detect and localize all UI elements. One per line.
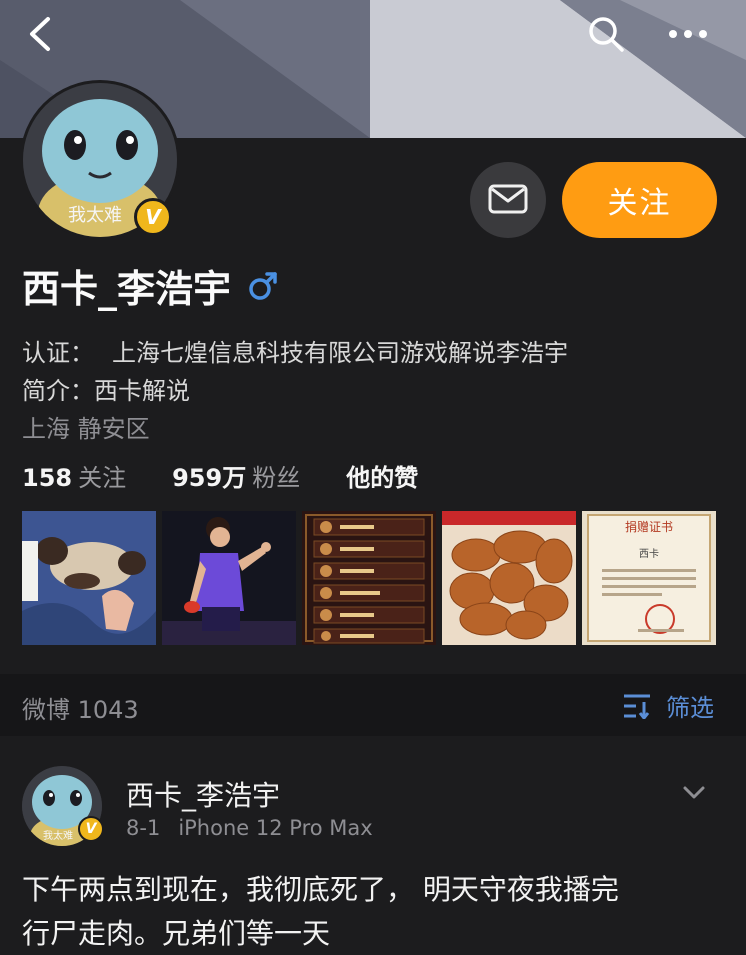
- back-button[interactable]: [18, 12, 62, 56]
- location-text: 上海 静安区: [22, 415, 150, 443]
- certificate-title: 捐赠证书: [625, 520, 673, 534]
- name-row: 西卡_李浩宇: [22, 258, 279, 313]
- search-button[interactable]: [582, 12, 630, 56]
- photo-thumbnail-fried-chicken[interactable]: [442, 511, 576, 645]
- chevron-left-icon: [30, 17, 50, 51]
- post-options-button[interactable]: [680, 778, 708, 806]
- bio-line: 简介：西卡解说: [22, 371, 190, 406]
- rankings-photo-image: [302, 511, 436, 645]
- certification-label: 认证：: [22, 339, 94, 367]
- post-date: 8-1: [126, 816, 161, 840]
- followers-stat[interactable]: 959万 粉丝: [172, 458, 300, 493]
- certification-text: 上海七煌信息科技有限公司游戏解说李浩宇: [112, 339, 568, 367]
- following-count: 158: [22, 464, 73, 492]
- post-text-line: 行尸走肉。兄弟们等一天: [22, 917, 331, 950]
- post-meta: 8-1 iPhone 12 Pro Max: [126, 816, 373, 840]
- photo-strip: 捐赠证书 西卡: [22, 511, 716, 645]
- chevron-down-icon: [683, 786, 705, 799]
- following-label: 关注: [78, 464, 127, 492]
- certificate-name: 西卡: [639, 547, 659, 560]
- fried-chicken-photo-image: [442, 511, 576, 645]
- profile-stats: 158 关注 959万 粉丝 他的赞: [22, 458, 418, 493]
- message-icon: [488, 184, 528, 214]
- following-stat[interactable]: 158 关注: [22, 458, 126, 493]
- weibo-post[interactable]: 我太难 V 西卡_李浩宇 8-1 iPhone 12 Pro Max 下午两点到现…: [0, 736, 746, 955]
- profile-name: 西卡_李浩宇: [22, 267, 232, 311]
- more-options-button[interactable]: [664, 12, 712, 56]
- post-text: 下午两点到现在，我彻底死了， 明天守夜我播完 行尸走肉。兄弟们等一天: [22, 868, 722, 955]
- likes-link[interactable]: 他的赞: [346, 458, 418, 493]
- filter-button[interactable]: 筛选: [622, 688, 714, 723]
- filter-icon: [624, 694, 650, 719]
- post-device: iPhone 12 Pro Max: [178, 816, 373, 840]
- photo-thumbnail-rankings[interactable]: [302, 511, 436, 645]
- table-tennis-photo-image: [162, 511, 296, 645]
- post-verified-badge: V: [78, 816, 104, 842]
- more-dots-icon: [669, 30, 707, 38]
- certificate-photo-image: 捐赠证书 西卡: [582, 511, 716, 645]
- post-text-line: 下午两点到现在，我彻底死了， 明天守夜我播完: [22, 873, 619, 906]
- certification-line: 认证： 上海七煌信息科技有限公司游戏解说李浩宇: [22, 333, 568, 368]
- bio-label: 简介：: [22, 377, 94, 405]
- male-gender-icon: [247, 270, 279, 302]
- top-navigation-bar: [0, 0, 746, 70]
- avatar-caption: 我太难: [43, 829, 73, 842]
- bio-text: 西卡解说: [94, 377, 190, 405]
- verified-mark: V: [85, 821, 97, 837]
- message-button[interactable]: [470, 162, 546, 238]
- photo-thumbnail-table-tennis[interactable]: [162, 511, 296, 645]
- photo-thumbnail-donation-certificate[interactable]: 捐赠证书 西卡: [582, 511, 716, 645]
- filter-label: 筛选: [666, 694, 714, 722]
- cat-photo-image: [22, 511, 156, 645]
- post-author-name[interactable]: 西卡_李浩宇: [126, 774, 280, 814]
- followers-label: 粉丝: [252, 464, 301, 492]
- photo-thumbnail-cat[interactable]: [22, 511, 156, 645]
- search-icon: [589, 17, 624, 52]
- followers-count: 959万: [172, 464, 247, 492]
- follow-button[interactable]: 关注: [562, 162, 717, 238]
- weibo-count: 微博 1043: [22, 696, 139, 724]
